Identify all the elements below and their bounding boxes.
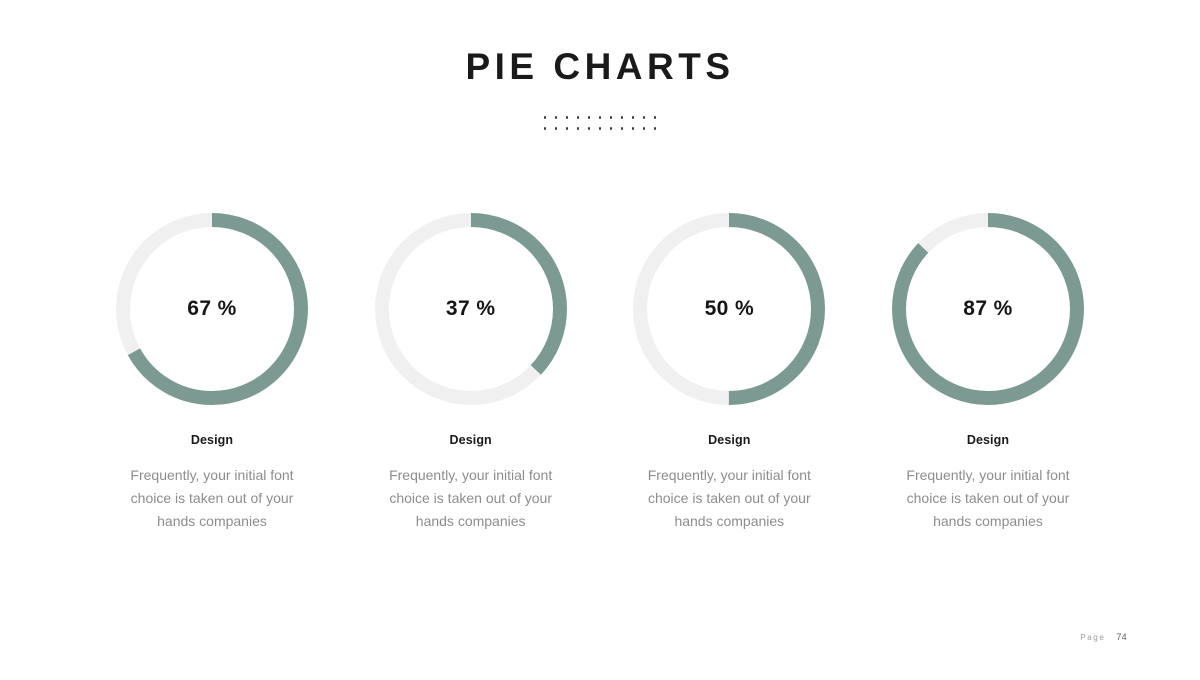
column-heading: Design [708,433,751,447]
page-label: Page [1080,633,1106,642]
chart-column: 87 % Design Frequently, your initial fon… [864,213,1112,533]
donut-chart-4[interactable]: 87 % [891,213,1084,405]
column-heading: Design [966,433,1010,447]
chart-column: 50 % Design Frequently, your initial fon… [605,213,853,533]
column-heading: Design [449,433,492,447]
page-footer: Page 74 [1080,632,1127,642]
donut-value-label: 87 % [963,297,1013,320]
donut-chart-1[interactable]: 67 % [116,213,308,405]
column-description: Frequently, your initial font choice is … [906,467,1070,529]
column-description: Frequently, your initial font choice is … [130,467,294,529]
donut-value-label: 50 % [704,297,755,320]
column-heading: Design [190,433,234,447]
donut-chart-3[interactable]: 50 % [633,213,826,405]
dotted-ornament [0,112,1200,134]
donut-chart-2[interactable]: 37 % [374,213,567,405]
donut-value-label: 37 % [445,297,496,320]
chart-column: 67 % Design Frequently, your initial fon… [88,213,336,533]
column-description: Frequently, your initial font choice is … [389,467,553,529]
slide-title: PIE CHARTS [465,46,735,87]
pie-charts-row: 67 % Design Frequently, your initial fon… [88,213,1112,533]
chart-column: 37 % Design Frequently, your initial fon… [347,213,595,533]
donut-value-label: 67 % [187,297,237,320]
page-number: 74 [1116,632,1127,642]
dotted-ornament-grid [540,112,661,134]
column-description: Frequently, your initial font choice is … [647,467,811,529]
